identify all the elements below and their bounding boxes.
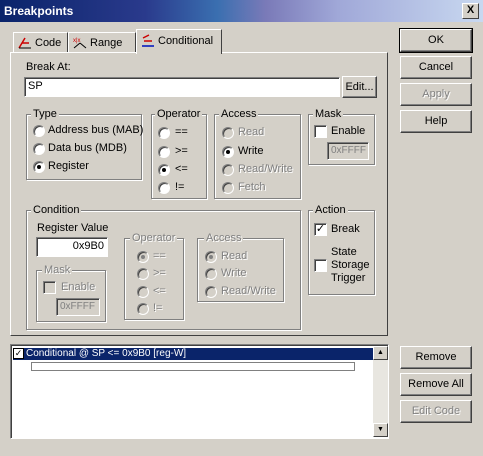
register-value-label: Register Value (37, 222, 109, 234)
access-read-label: Read (238, 126, 265, 138)
close-button[interactable]: X (462, 3, 479, 19)
access-fetch-radio[interactable] (222, 182, 234, 194)
mask-enable-checkbox[interactable] (314, 125, 327, 138)
access-write-label: Write (238, 145, 264, 157)
tab-conditional-label: Conditional (158, 35, 214, 47)
condition-operator-le-label: <= (153, 285, 166, 297)
mask-enable-label: Enable (331, 125, 366, 137)
condition-mask-enable-label: Enable (61, 281, 96, 293)
range-icon: x|x (73, 38, 87, 49)
scroll-down-icon[interactable]: ▼ (373, 423, 388, 437)
operator-ge-radio[interactable] (158, 146, 170, 158)
remove-all-button[interactable]: Remove All (400, 373, 472, 396)
remove-button[interactable]: Remove (400, 346, 472, 369)
type-mab-label: Address bus (MAB) (48, 124, 144, 136)
list-item-detail (31, 362, 355, 371)
breakpoint-list[interactable]: Conditional @ SP <= 0x9B0 [reg-W] ✓ (10, 344, 389, 439)
tab-code-label: Code (35, 37, 62, 49)
operator-ne-label: != (175, 181, 185, 193)
condition-operator-ne-radio[interactable] (137, 303, 149, 315)
mask-value-field[interactable]: 0xFFFF (327, 142, 369, 160)
break-at-field[interactable]: SP (24, 77, 340, 97)
type-mab-radio[interactable] (33, 125, 45, 137)
type-register-label: Register (48, 160, 89, 172)
condition-operator-ge-radio[interactable] (137, 268, 149, 280)
access-fetch-label: Fetch (238, 181, 266, 193)
tab-range[interactable]: x|x Range (68, 32, 136, 53)
condition-operator-le-radio[interactable] (137, 286, 149, 298)
break-at-label: Break At: (26, 61, 71, 73)
condition-operator-eq-label: == (153, 250, 166, 262)
window-title: Breakpoints (4, 4, 74, 18)
operator-eq-label: == (175, 126, 188, 138)
ok-button[interactable]: OK (399, 28, 473, 53)
access-group-label: Access (219, 108, 259, 120)
operator-le-radio[interactable] (158, 164, 170, 176)
apply-button[interactable]: Apply (400, 83, 472, 106)
conditional-icon (142, 34, 154, 47)
help-button[interactable]: Help (400, 110, 472, 133)
operator-ge-label: >= (175, 145, 188, 157)
access-write-radio[interactable] (222, 146, 234, 158)
tab-range-label: Range (90, 37, 123, 49)
access-readwrite-label: Read/Write (238, 163, 293, 175)
operator-le-label: <= (175, 163, 188, 175)
condition-access-write-label: Write (221, 267, 247, 279)
register-value-field[interactable]: 0x9B0 (36, 237, 108, 257)
action-group-label: Action (313, 204, 348, 216)
operator-group-label: Operator (155, 108, 203, 120)
operator-eq-radio[interactable] (158, 127, 170, 139)
condition-access-read-radio[interactable] (205, 251, 217, 263)
list-scrollbar[interactable]: ▲ ▼ (373, 346, 388, 437)
condition-operator-eq-radio[interactable] (137, 251, 149, 263)
operator-ne-radio[interactable] (158, 182, 170, 194)
condition-mask-enable-checkbox[interactable] (43, 281, 56, 294)
condition-operator-ge-label: >= (153, 267, 166, 279)
list-item[interactable]: Conditional @ SP <= 0x9B0 [reg-W] (13, 348, 375, 360)
action-state-storage-label: State Storage Trigger (331, 246, 370, 284)
type-register-radio[interactable] (33, 161, 45, 173)
action-state-storage-checkbox[interactable] (314, 259, 327, 272)
code-icon (18, 37, 31, 49)
action-break-label: Break (331, 223, 360, 235)
cancel-button[interactable]: Cancel (400, 56, 472, 79)
access-readwrite-radio[interactable] (222, 164, 234, 176)
action-break-checkbox[interactable]: ✓ (314, 223, 327, 236)
condition-operator-ne-label: != (153, 302, 163, 314)
mask-group-label: Mask (313, 108, 344, 120)
type-mdb-label: Data bus (MDB) (48, 142, 127, 154)
condition-mask-label: Mask (42, 264, 73, 276)
condition-mask-value-field[interactable]: 0xFFFF (56, 298, 100, 316)
tab-conditional[interactable]: Conditional (136, 29, 222, 54)
condition-access-readwrite-label: Read/Write (221, 285, 276, 297)
condition-access-write-radio[interactable] (205, 268, 217, 280)
access-read-radio[interactable] (222, 127, 234, 139)
condition-access-readwrite-radio[interactable] (205, 286, 217, 298)
tab-code[interactable]: Code (13, 32, 68, 53)
type-mdb-radio[interactable] (33, 143, 45, 155)
edit-code-button[interactable]: Edit Code (400, 400, 472, 423)
condition-operator-label: Operator (130, 232, 178, 244)
scroll-up-icon[interactable]: ▲ (373, 346, 388, 360)
condition-access-read-label: Read (221, 250, 248, 262)
type-group-label: Type (31, 108, 59, 120)
condition-group-label: Condition (31, 204, 82, 216)
edit-button[interactable]: Edit... (342, 76, 377, 98)
list-item-checkbox[interactable]: ✓ (13, 348, 24, 359)
condition-access-label: Access (204, 232, 244, 244)
